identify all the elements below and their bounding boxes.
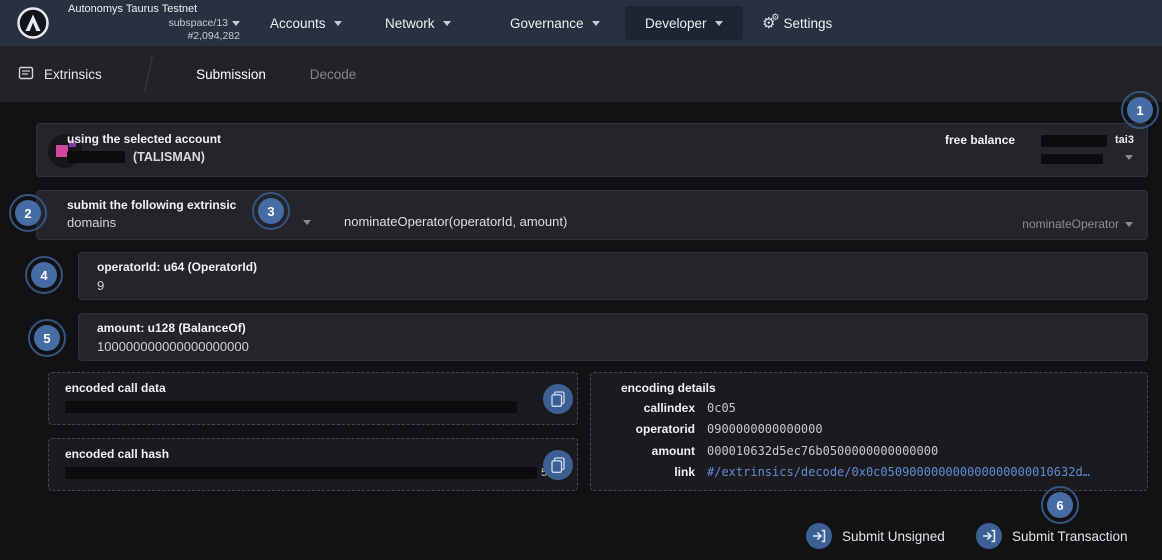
submit-unsigned-label: Submit Unsigned <box>842 529 945 544</box>
copy-icon <box>551 457 565 473</box>
extrinsic-selector-label: submit the following extrinsic <box>67 198 236 212</box>
method-dropdown-caret-icon <box>1125 222 1133 227</box>
operatorid-label: operatorid <box>607 422 695 436</box>
nav-accounts[interactable]: Accounts <box>258 0 354 46</box>
network-title: Autonomys Taurus Testnet <box>68 3 240 17</box>
submit-transaction-label: Submit Transaction <box>1012 529 1128 544</box>
encoding-details-box: encoding details callindex 0c05 operator… <box>590 372 1148 491</box>
annotation-badge-6: 6 <box>1047 492 1073 518</box>
amount-label: amount <box>607 444 695 458</box>
secondary-balance-redacted <box>1041 154 1103 164</box>
param-amount-label: amount: u128 (BalanceOf) <box>97 321 246 335</box>
encoded-call-hash-redacted <box>65 467 537 479</box>
nav-governance-label: Governance <box>510 16 584 31</box>
sign-in-icon <box>806 523 832 549</box>
param-amount-value[interactable]: 100000000000000000000 <box>97 339 249 354</box>
operatorid-value: 0900000000000000 <box>707 422 823 436</box>
block-number[interactable]: #2,094,282 <box>187 30 240 43</box>
account-selector-label: using the selected account <box>67 132 221 146</box>
account-selector[interactable]: using the selected account (TALISMAN) fr… <box>36 123 1148 177</box>
extrinsics-icon <box>18 65 34 84</box>
copy-icon <box>551 391 565 407</box>
top-nav-bar: Autonomys Taurus Testnet subspace/13 #2,… <box>0 0 1162 46</box>
tab-divider <box>144 55 153 92</box>
copy-call-hash-button[interactable] <box>543 450 573 480</box>
tab-submission[interactable]: Submission <box>186 46 276 102</box>
account-dropdown-caret-icon[interactable] <box>1125 155 1133 160</box>
param-amount-field[interactable]: amount: u128 (BalanceOf) 100000000000000… <box>78 313 1148 361</box>
account-name-redacted <box>67 151 125 163</box>
account-source-suffix: (TALISMAN) <box>133 150 205 164</box>
nav-developer[interactable]: Developer <box>625 6 743 40</box>
nav-network[interactable]: Network <box>373 0 463 46</box>
annotation-badge-5: 5 <box>34 325 60 351</box>
amount-value: 000010632d5ec76b0500000000000000 <box>707 444 938 458</box>
method-dropdown-label: nominateOperator <box>1022 217 1119 231</box>
section-extrinsics-label: Extrinsics <box>44 67 102 82</box>
tab-decode-label: Decode <box>310 67 357 82</box>
encoding-row-link: link #/extrinsics/decode/0x0c05090000000… <box>591 465 1147 483</box>
method-dropdown[interactable]: nominateOperator <box>1022 217 1133 231</box>
encoded-call-hash-label: encoded call hash <box>65 447 169 461</box>
app-window: Autonomys Taurus Testnet subspace/13 #2,… <box>0 0 1162 560</box>
tab-bar: Extrinsics Submission Decode <box>0 46 1162 102</box>
tab-decode[interactable]: Decode <box>296 46 370 102</box>
copy-call-data-button[interactable] <box>543 384 573 414</box>
call-signature: nominateOperator(operatorId, amount) <box>344 214 567 229</box>
encoded-call-data-box: encoded call data <box>48 372 578 425</box>
callindex-value: 0c05 <box>707 401 736 415</box>
sign-in-icon <box>976 523 1002 549</box>
pallet-dropdown[interactable]: domains <box>67 215 116 230</box>
encoded-call-data-redacted <box>65 401 517 413</box>
encoding-details-title: encoding details <box>621 381 716 395</box>
autonomys-logo-icon[interactable] <box>17 7 49 39</box>
nav-settings-label: Settings <box>783 16 832 31</box>
nav-settings[interactable]: ⚙⚙ Settings <box>750 0 844 46</box>
extrinsic-selector: submit the following extrinsic domains n… <box>36 190 1148 240</box>
section-extrinsics: Extrinsics <box>18 46 102 102</box>
submit-unsigned-button[interactable]: Submit Unsigned <box>806 523 945 549</box>
param-operatorid-field[interactable]: operatorId: u64 (OperatorId) 9 <box>78 252 1148 300</box>
chain-label: subspace/13 <box>168 17 228 30</box>
nav-governance[interactable]: Governance <box>498 0 612 46</box>
chevron-down-icon <box>592 21 600 26</box>
annotation-badge-1: 1 <box>1127 97 1153 123</box>
balance-unit: tai3 <box>1115 134 1134 146</box>
account-name: (TALISMAN) <box>67 150 205 164</box>
free-balance-label: free balance <box>945 133 1015 147</box>
brand-block: Autonomys Taurus Testnet subspace/13 #2,… <box>68 3 240 43</box>
decode-link[interactable]: #/extrinsics/decode/0x0c0509000000000000… <box>707 465 1090 479</box>
submit-transaction-button[interactable]: Submit Transaction <box>976 523 1128 549</box>
encoding-row-operatorid: operatorid 0900000000000000 <box>591 422 1147 440</box>
chevron-down-icon <box>232 21 240 26</box>
tab-submission-label: Submission <box>196 67 266 82</box>
nav-network-label: Network <box>385 16 435 31</box>
chevron-down-icon <box>334 21 342 26</box>
chevron-down-icon <box>443 21 451 26</box>
annotation-badge-3: 3 <box>258 198 284 224</box>
encoding-row-callindex: callindex 0c05 <box>591 401 1147 419</box>
nav-developer-label: Developer <box>645 16 707 31</box>
callindex-label: callindex <box>607 401 695 415</box>
chain-selector[interactable]: subspace/13 <box>168 17 240 30</box>
encoded-call-data-label: encoded call data <box>65 381 166 395</box>
encoded-call-hash-box: encoded call hash 5… <box>48 438 578 491</box>
annotation-badge-2: 2 <box>15 200 41 226</box>
chevron-down-icon <box>715 21 723 26</box>
param-operatorid-label: operatorId: u64 (OperatorId) <box>97 260 257 274</box>
free-balance-value-redacted <box>1041 135 1107 147</box>
nav-accounts-label: Accounts <box>270 16 326 31</box>
param-operatorid-value[interactable]: 9 <box>97 278 104 293</box>
annotation-badge-4: 4 <box>31 262 57 288</box>
link-label: link <box>607 465 695 479</box>
pallet-dropdown-caret-icon[interactable] <box>303 220 311 225</box>
encoding-row-amount: amount 000010632d5ec76b0500000000000000 <box>591 444 1147 462</box>
gears-icon: ⚙⚙ <box>762 16 775 31</box>
